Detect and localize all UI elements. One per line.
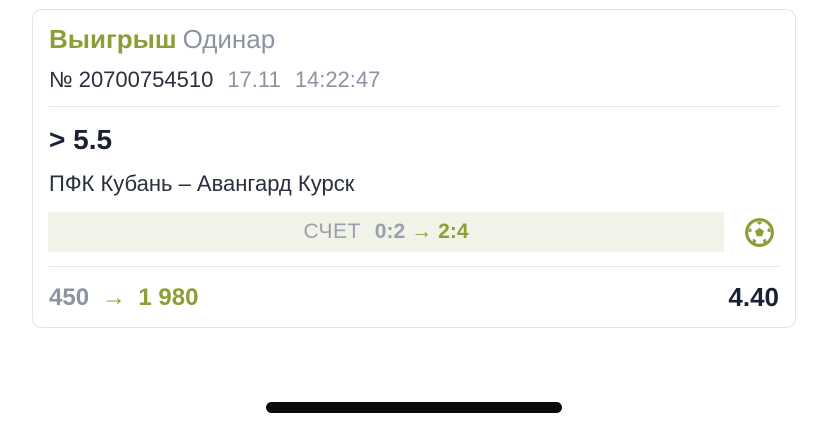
arrow-right-icon: → [411,220,433,243]
payout-amount: 1 980 [138,284,199,311]
bet-status: Выигрыш [49,24,177,54]
home-indicator[interactable] [266,402,562,413]
bet-header: Выигрыш Одинар [49,24,275,55]
bet-selection: > 5.5 [49,124,113,155]
score-start: 0:2 [374,220,406,243]
divider [49,106,779,107]
stake-amount: 450 [49,284,90,311]
bet-card[interactable]: Выигрыш Одинар № 20700754510 17.11 14:22:47… [32,9,796,328]
soccer-ball-icon [745,218,774,247]
score-final: 2:4 [438,220,469,243]
bet-type: Одинар [182,24,276,54]
bet-date: 17.11 [227,67,281,92]
bet-odds: 4.40 [728,282,779,312]
bet-time: 14:22:47 [294,67,381,92]
score-label: СЧЕТ [303,220,361,243]
divider [49,266,779,267]
ticket-number: № 20700754510 [49,67,214,92]
bet-meta: № 20700754510 17.11 14:22:47 [49,67,380,93]
arrow-right-icon: → [101,284,126,311]
score-bar: СЧЕТ 0:2 → 2:4 [48,212,724,252]
event-name: ПФК Кубань – Авангард Курск [49,171,355,196]
stake-payout: 450 → 1 980 [49,284,198,312]
